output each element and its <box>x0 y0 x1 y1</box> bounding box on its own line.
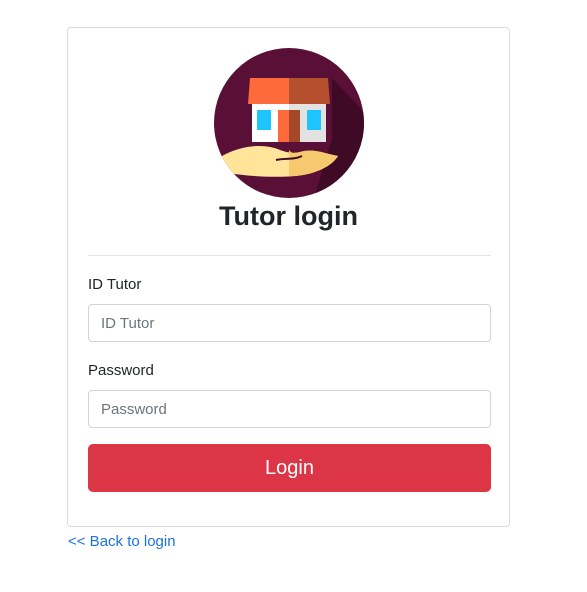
login-button[interactable]: Login <box>88 444 491 492</box>
house-in-hand-icon <box>214 48 364 198</box>
login-card: Tutor login ID Tutor Password Login <box>67 27 510 527</box>
page-title: Tutor login <box>219 201 358 231</box>
divider <box>88 255 491 256</box>
id-tutor-input[interactable] <box>88 304 491 342</box>
id-tutor-label: ID Tutor <box>88 276 142 293</box>
password-label: Password <box>88 362 154 379</box>
back-to-login-link[interactable]: << Back to login <box>68 532 176 552</box>
password-input[interactable] <box>88 390 491 428</box>
